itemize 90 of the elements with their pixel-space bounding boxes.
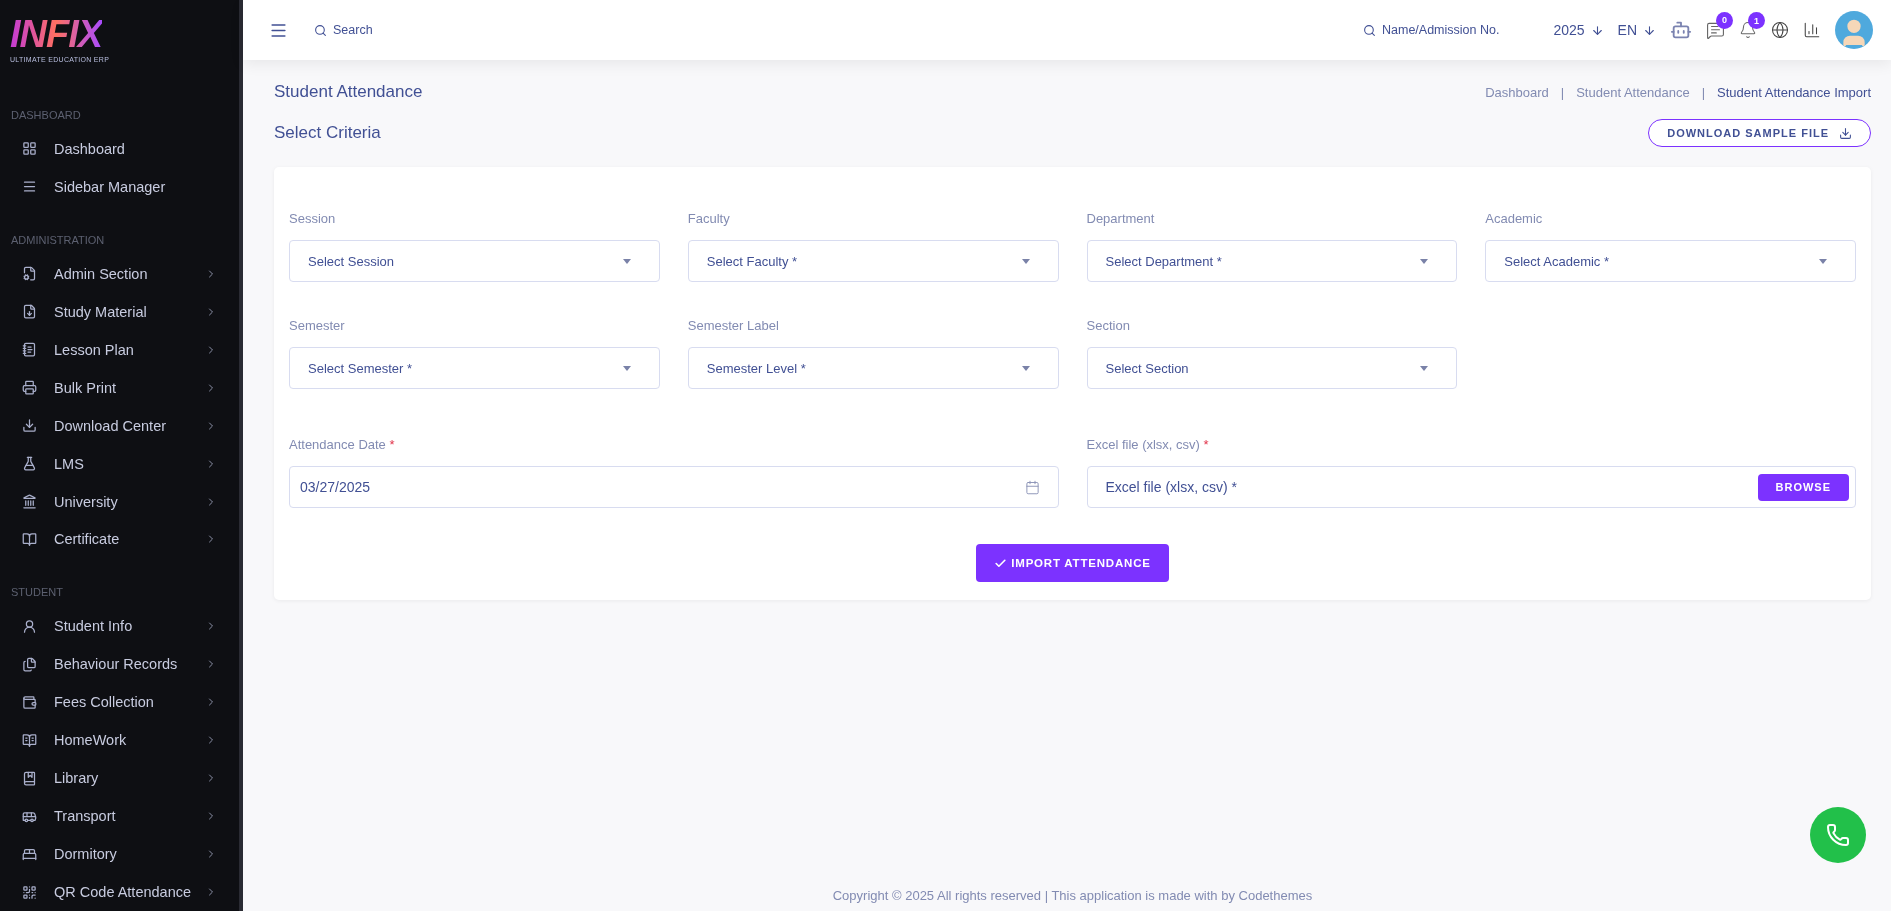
field-label: Session (289, 211, 336, 226)
files-icon (22, 656, 37, 672)
flask-icon (22, 456, 37, 472)
globe-icon[interactable] (1771, 21, 1789, 39)
sidebar-heading: ADMINISTRATION (10, 232, 106, 247)
breadcrumb-separator: | (1701, 84, 1706, 100)
section-title: Select Criteria (274, 123, 381, 143)
sidebar-item[interactable]: HomeWork (0, 721, 239, 760)
sidebar-item[interactable]: LMS (0, 444, 239, 483)
select-field[interactable]: Select Academic * (1485, 240, 1856, 282)
bed-icon (22, 846, 37, 862)
book-icon (22, 531, 37, 547)
breadcrumb-separator: | (1560, 84, 1565, 100)
field-label: Semester Label (687, 318, 779, 333)
caret-icon (1021, 365, 1030, 371)
printer-icon (22, 380, 37, 396)
sidebar-item[interactable]: University (0, 482, 239, 521)
list-icon (22, 179, 37, 195)
caret-icon (1420, 365, 1429, 371)
sidebar-item[interactable]: Study Material (0, 292, 239, 331)
sidebar-heading: STUDENT (10, 585, 64, 600)
sidebar-item[interactable]: QR Code Attendance (0, 873, 239, 911)
sidebar-item[interactable]: Library (0, 759, 239, 798)
sidebar-item[interactable]: Dormitory (0, 835, 239, 874)
field-label: Department (1086, 211, 1155, 226)
select-field[interactable]: Semester Level * (687, 347, 1059, 389)
sidebar-item[interactable]: Fees Collection (0, 683, 239, 722)
user-icon (22, 618, 37, 634)
field-label: Attendance Date * (289, 437, 395, 452)
phone-icon (1826, 823, 1850, 847)
field-label: Faculty (687, 211, 730, 226)
book-icon (22, 770, 37, 786)
notebook-icon (22, 342, 37, 358)
sidebar-item[interactable]: Sidebar Manager (0, 167, 239, 206)
check-icon (994, 556, 1008, 570)
field-label: Section (1086, 318, 1130, 333)
sidebar-item[interactable]: Transport (0, 797, 239, 836)
sidebar-heading: DASHBOARD (10, 107, 82, 122)
grid-icon (22, 141, 37, 157)
document-icon (22, 266, 37, 282)
year-select[interactable]: 2025 (1553, 22, 1604, 38)
download-icon (22, 418, 37, 434)
calendar-icon (1024, 479, 1040, 495)
field-label: Academic (1485, 211, 1543, 226)
sidebar-item[interactable]: Student Info (0, 607, 239, 646)
select-field[interactable]: Select Department * (1086, 240, 1458, 282)
sidebar-item[interactable]: Lesson Plan (0, 330, 239, 369)
caret-icon (622, 365, 631, 371)
footer-text: Copyright © 2025 All rights reserved | This application is made with by Codethemes (832, 888, 1313, 905)
download-icon (22, 304, 37, 320)
student-search-button[interactable]: Name/Admission No. (1363, 23, 1500, 37)
sidebar-item[interactable]: Certificate (0, 520, 239, 559)
date-field[interactable]: 03/27/2025 (289, 466, 1059, 508)
bank-icon (22, 494, 37, 509)
browse-button[interactable]: BROWSE (1757, 473, 1849, 501)
book-icon (22, 732, 37, 748)
field-label: Semester (289, 318, 345, 333)
field-label: Excel file (xlsx, csv) * (1086, 437, 1209, 452)
breadcrumb-link[interactable]: Student Attendance Import (1717, 84, 1871, 100)
caret-icon (1420, 258, 1429, 264)
sidebar-item[interactable]: Behaviour Records (0, 645, 239, 684)
page-title: Student Attendance (274, 82, 423, 102)
search-icon (314, 23, 327, 37)
search-button[interactable]: Search (314, 23, 373, 37)
search-icon (1363, 23, 1376, 37)
select-field[interactable]: Select Section (1086, 347, 1458, 389)
arrow-down-icon (1590, 23, 1604, 37)
qr-code-icon (22, 884, 37, 900)
file-field[interactable]: Excel file (xlsx, csv) * BROWSE (1086, 466, 1856, 508)
caret-icon (1021, 258, 1030, 264)
language-select[interactable]: EN (1617, 22, 1656, 38)
robot-icon[interactable] (1670, 19, 1692, 41)
sidebar-item[interactable]: Bulk Print (0, 368, 239, 407)
caret-icon (622, 258, 631, 264)
wallet-icon (22, 694, 37, 710)
sidebar-item[interactable]: Admin Section (0, 254, 239, 293)
avatar[interactable] (1835, 11, 1873, 49)
download-sample-button[interactable]: DOWNLOAD SAMPLE FILE (1648, 119, 1871, 147)
select-field[interactable]: Select Semester * (289, 347, 660, 389)
select-field[interactable]: Select Session (289, 240, 660, 282)
notification-badge: 1 (1748, 12, 1765, 29)
notification-badge: 0 (1716, 11, 1733, 29)
import-attendance-button[interactable]: IMPORT ATTENDANCE (976, 544, 1169, 582)
sidebar-item[interactable]: Dashboard (0, 129, 239, 168)
chart-icon[interactable] (1803, 21, 1821, 39)
select-field[interactable]: Select Faculty * (687, 240, 1059, 282)
download-icon (1839, 126, 1852, 140)
caret-icon (1819, 258, 1827, 264)
sidebar-item[interactable]: Download Center (0, 406, 239, 445)
arrow-down-icon (1643, 23, 1656, 37)
